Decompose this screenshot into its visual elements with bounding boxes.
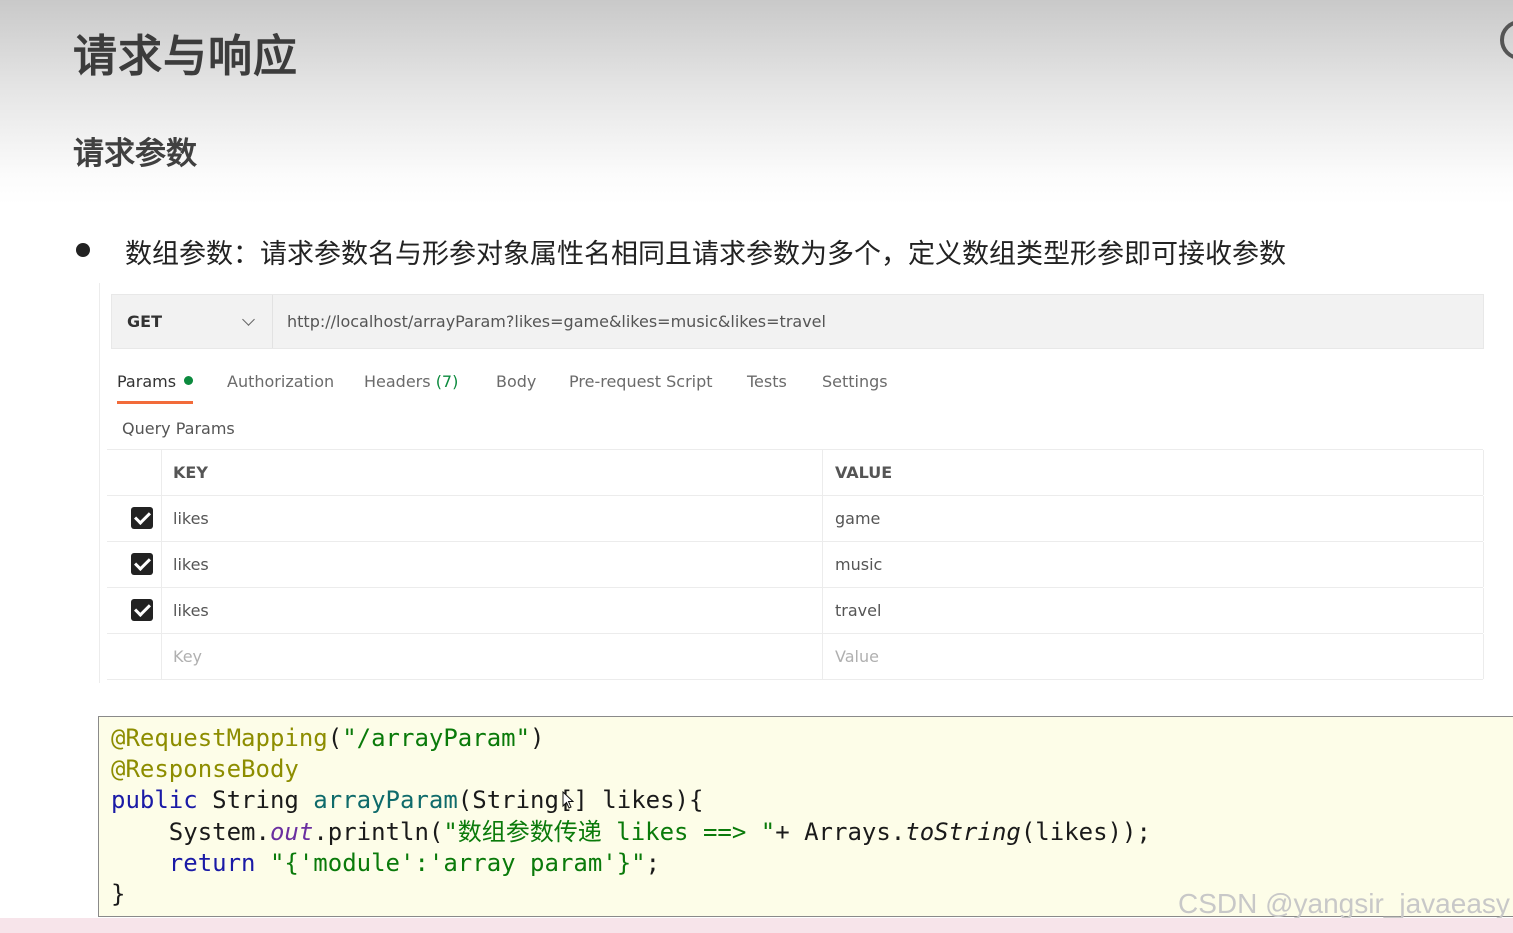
code-text: ) [530, 724, 545, 752]
param-key[interactable]: likes [173, 509, 209, 528]
slide-title: 请求与响应 [73, 31, 298, 82]
string-literal: "/arrayParam" [342, 724, 531, 752]
slide-subtitle: 请求参数 [73, 136, 197, 172]
string-literal: "数组参数传递 likes ==> " [443, 818, 776, 846]
tab-params-label: Params [117, 372, 177, 391]
code-line-6: } [111, 880, 126, 908]
bullet-text: 数组参数：请求参数名与形参对象属性名相同且请求参数为多个，定义数组类型形参即可接… [125, 239, 1286, 270]
code-text: System. [111, 818, 270, 846]
tab-authorization[interactable]: Authorization [227, 372, 334, 391]
code-text: + Arrays. [775, 818, 906, 846]
method-name: arrayParam [313, 786, 458, 814]
key-column-header: KEY [173, 463, 208, 482]
query-params-label: Query Params [122, 419, 235, 438]
table-header-row: KEY VALUE [107, 450, 1484, 496]
field-name: out [269, 818, 314, 846]
code-line-2: @ResponseBody [111, 754, 299, 785]
value-column-header: VALUE [835, 463, 893, 482]
code-line-4: System.out.println("数组参数传递 likes ==> "+ … [111, 817, 1151, 848]
method-label: GET [127, 312, 162, 331]
params-table: KEY VALUE likes game likes music likes t… [107, 449, 1484, 680]
tab-body[interactable]: Body [496, 372, 536, 391]
table-row: likes game [107, 496, 1484, 542]
status-dot-icon [184, 376, 194, 385]
param-key[interactable]: likes [173, 555, 209, 574]
row-checkbox[interactable] [131, 553, 153, 575]
code-line-3: public String arrayParam(String[] likes)… [111, 785, 703, 816]
table-row: likes music [107, 542, 1484, 588]
code-text: String [197, 786, 314, 814]
tab-tests[interactable]: Tests [747, 372, 787, 391]
param-value[interactable]: music [835, 555, 882, 574]
code-line-1: @RequestMapping("/arrayParam") [111, 723, 545, 754]
tab-pre-request-script[interactable]: Pre-request Script [569, 372, 713, 391]
active-tab-indicator [117, 401, 193, 404]
keyword-text: public [111, 786, 198, 814]
code-text: (String[] likes){ [457, 786, 704, 814]
table-row: likes travel [107, 588, 1484, 634]
param-key[interactable]: likes [173, 601, 209, 620]
table-row-new: Key Value [107, 634, 1484, 680]
tab-params[interactable]: Params [117, 372, 194, 391]
watermark: CSDN @yangsir_javaeasy [1178, 888, 1510, 919]
mouse-cursor-icon [562, 791, 574, 809]
headers-count: (7) [435, 372, 459, 391]
tab-headers-label: Headers [364, 372, 431, 391]
new-key-input[interactable]: Key [173, 647, 202, 666]
code-text: .println( [313, 818, 444, 846]
code-block: @RequestMapping("/arrayParam") @Response… [98, 716, 1513, 917]
string-literal: "{'module':'array param'}" [269, 849, 646, 877]
code-line-5: return "{'module':'array param'}"; [111, 848, 660, 879]
keyword-text: return [168, 849, 256, 877]
code-text: (likes)); [1020, 818, 1151, 846]
bullet-icon [76, 243, 90, 257]
method-select[interactable]: GET [112, 295, 273, 348]
code-text: ; [645, 849, 661, 877]
bottom-strip [0, 918, 1513, 933]
tab-headers[interactable]: Headers (7) [364, 372, 458, 391]
url-input[interactable]: http://localhost/arrayParam?likes=game&l… [287, 312, 826, 331]
annotation-text: @RequestMapping [111, 724, 328, 752]
annotation-text: @ResponseBody [111, 755, 299, 783]
request-bar: GET http://localhost/arrayParam?likes=ga… [111, 294, 1484, 349]
param-value[interactable]: travel [835, 601, 881, 620]
chevron-down-icon [242, 313, 255, 326]
row-checkbox[interactable] [131, 599, 153, 621]
row-checkbox[interactable] [131, 507, 153, 529]
new-value-input[interactable]: Value [835, 647, 879, 666]
method-name: toString [905, 818, 1021, 846]
param-value[interactable]: game [835, 509, 880, 528]
code-text: ( [327, 724, 343, 752]
postman-panel: GET http://localhost/arrayParam?likes=ga… [99, 283, 1484, 683]
tab-settings[interactable]: Settings [822, 372, 888, 391]
